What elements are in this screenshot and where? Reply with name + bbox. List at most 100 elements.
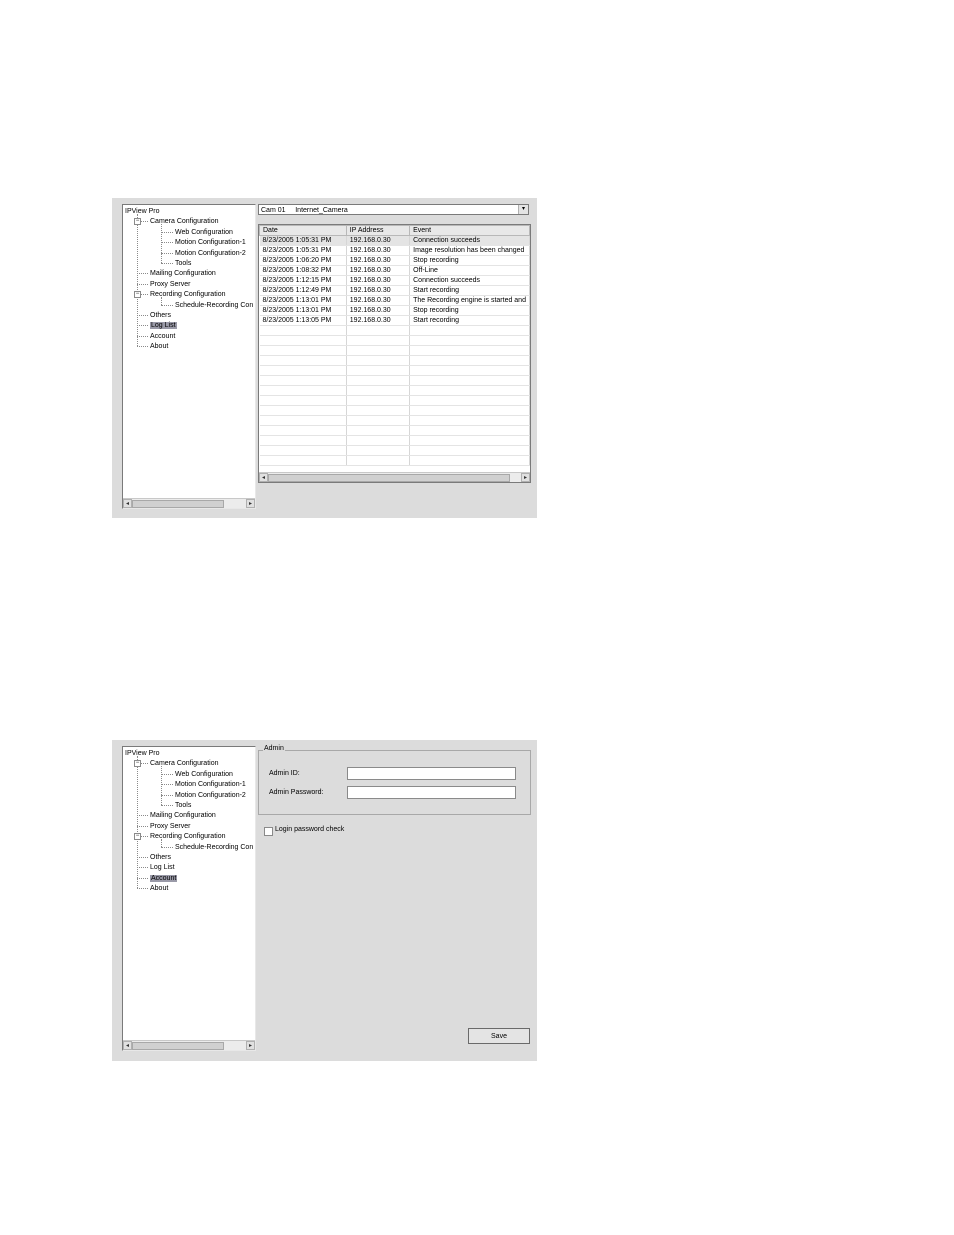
collapse-icon[interactable]: − <box>134 833 141 841</box>
table-row[interactable]: 8/23/2005 1:13:01 PM 192.168.0.30 The Reco… <box>259 295 530 306</box>
table-row[interactable] <box>259 385 530 396</box>
scroll-thumb[interactable] <box>268 474 510 482</box>
table-row[interactable] <box>259 435 530 446</box>
table-row[interactable] <box>259 455 530 466</box>
tree-item-log-list[interactable]: Log List <box>150 321 177 330</box>
tree-item-web-configuration[interactable]: Web Configuration <box>175 228 233 237</box>
cell-ip-address <box>346 335 411 346</box>
tree-item-label: Web Configuration <box>175 770 233 778</box>
scroll-right-icon[interactable]: ▸ <box>246 1041 255 1050</box>
table-row[interactable]: 8/23/2005 1:12:15 PM 192.168.0.30 Connecti… <box>259 275 530 286</box>
tree-item-account[interactable]: Account <box>150 874 178 883</box>
tree-item-label: IPView Pro <box>125 208 160 215</box>
tree-item-label: Account <box>150 874 178 882</box>
table-row[interactable]: 8/23/2005 1:12:49 PM 192.168.0.30 Start re… <box>259 285 530 296</box>
tree-item-about[interactable]: About <box>150 884 168 893</box>
column-header-event[interactable]: Event <box>409 225 530 236</box>
column-header-date[interactable]: Date <box>259 225 347 236</box>
table-row[interactable] <box>259 405 530 416</box>
cell-date <box>259 335 347 346</box>
table-row[interactable] <box>259 335 530 346</box>
cell-ip-address: 192.168.0.30 <box>346 305 411 316</box>
tree-item-others[interactable]: Others <box>150 853 171 862</box>
cell-date <box>259 365 347 376</box>
table-row[interactable] <box>259 375 530 386</box>
tree-item-camera-configuration[interactable]: Camera Configuration <box>150 759 218 768</box>
tree-item-web-configuration[interactable]: Web Configuration <box>175 770 233 779</box>
admin-id-field[interactable] <box>347 767 516 780</box>
admin-password-field[interactable] <box>347 786 516 799</box>
login-password-check-checkbox[interactable] <box>264 827 273 836</box>
tree-connector <box>161 846 173 848</box>
scroll-thumb[interactable] <box>132 500 224 508</box>
tree-item-root[interactable]: IPView Pro <box>125 207 160 216</box>
scroll-left-icon[interactable]: ◂ <box>123 1041 132 1050</box>
collapse-icon[interactable]: − <box>134 218 141 226</box>
table-horizontal-scrollbar[interactable]: ◂ ▸ <box>259 472 530 482</box>
tree-items: IPView Pro − Camera Configuration Web Confi… <box>123 205 255 498</box>
tree-item-motion-configuration-2[interactable]: Motion Configuration-2 <box>175 249 246 258</box>
tree-item-label: Recording Configuration <box>150 833 226 841</box>
scroll-thumb[interactable] <box>132 1042 224 1050</box>
tree-item-tools[interactable]: Tools <box>175 801 191 810</box>
tree-item-schedule-recording[interactable]: Schedule-Recording Con <box>175 301 253 310</box>
scroll-right-icon[interactable]: ▸ <box>521 473 530 482</box>
scroll-left-icon[interactable]: ◂ <box>259 473 268 482</box>
collapse-icon[interactable]: − <box>134 760 141 768</box>
tree-item-tools[interactable]: Tools <box>175 259 191 268</box>
tree-item-account[interactable]: Account <box>150 332 175 341</box>
table-row[interactable] <box>259 365 530 376</box>
cell-date: 8/23/2005 1:05:31 PM <box>259 235 347 246</box>
chevron-down-icon[interactable]: ▾ <box>518 205 528 214</box>
log-table: Date IP Address Event 8/23/2005 1:05:31 … <box>258 224 531 483</box>
tree-connector <box>137 335 148 337</box>
tree-item-camera-configuration[interactable]: Camera Configuration <box>150 217 218 226</box>
tree-item-motion-configuration-2[interactable]: Motion Configuration-2 <box>175 791 246 800</box>
table-row[interactable]: 8/23/2005 1:06:20 PM 192.168.0.30 Stop rec… <box>259 255 530 266</box>
tree-item-proxy-server[interactable]: Proxy Server <box>150 822 190 831</box>
tree-item-label: Motion Configuration-1 <box>175 239 246 247</box>
table-row[interactable]: 8/23/2005 1:08:32 PM 192.168.0.30 Off-Line <box>259 265 530 276</box>
scroll-right-icon[interactable]: ▸ <box>246 499 255 508</box>
tree-item-recording-configuration[interactable]: Recording Configuration <box>150 290 226 299</box>
tree-item-others[interactable]: Others <box>150 311 171 320</box>
save-button[interactable]: Save <box>468 1028 530 1044</box>
tree-item-root[interactable]: IPView Pro <box>125 749 160 758</box>
table-row[interactable]: 8/23/2005 1:05:31 PM 192.168.0.30 Image re… <box>259 245 530 256</box>
table-row[interactable]: 8/23/2005 1:13:05 PM 192.168.0.30 Start re… <box>259 315 530 326</box>
account-window: IPView Pro − Camera Configuration Web Confi… <box>112 740 537 1061</box>
tree-item-label: Log List <box>150 322 177 330</box>
cell-date <box>259 355 347 366</box>
table-row[interactable] <box>259 325 530 336</box>
table-row[interactable] <box>259 425 530 436</box>
table-row[interactable] <box>259 395 530 406</box>
tree-item-mailing-configuration[interactable]: Mailing Configuration <box>150 269 216 278</box>
tree-horizontal-scrollbar[interactable]: ◂ ▸ <box>123 498 255 508</box>
tree-item-motion-configuration-1[interactable]: Motion Configuration-1 <box>175 238 246 247</box>
cell-ip-address: 192.168.0.30 <box>346 245 411 256</box>
table-row[interactable] <box>259 445 530 456</box>
table-row[interactable] <box>259 345 530 356</box>
login-password-check-label[interactable]: Login password check <box>275 826 344 833</box>
table-row[interactable] <box>259 415 530 426</box>
tree-item-log-list[interactable]: Log List <box>150 863 175 872</box>
cell-event <box>409 355 530 366</box>
column-header-ip-address[interactable]: IP Address <box>345 225 411 236</box>
table-row[interactable]: 8/23/2005 1:13:01 PM 192.168.0.30 Stop rec… <box>259 305 530 316</box>
scroll-left-icon[interactable]: ◂ <box>123 499 132 508</box>
cell-date: 8/23/2005 1:13:01 PM <box>259 305 347 316</box>
camera-select[interactable]: Cam 01 Internet_Camera ▾ <box>258 204 529 215</box>
table-row[interactable] <box>259 355 530 366</box>
tree-item-recording-configuration[interactable]: Recording Configuration <box>150 832 226 841</box>
tree-horizontal-scrollbar[interactable]: ◂ ▸ <box>123 1040 255 1050</box>
tree-item-about[interactable]: About <box>150 342 168 351</box>
tree-item-schedule-recording[interactable]: Schedule-Recording Con <box>175 843 253 852</box>
tree-item-proxy-server[interactable]: Proxy Server <box>150 280 190 289</box>
table-row[interactable]: 8/23/2005 1:05:31 PM 192.168.0.30 Connecti… <box>259 235 530 246</box>
tree-item-mailing-configuration[interactable]: Mailing Configuration <box>150 811 216 820</box>
cell-event: Stop recording <box>409 255 530 266</box>
tree-connector <box>161 242 173 244</box>
navigation-tree: IPView Pro − Camera Configuration Web Confi… <box>122 204 256 509</box>
tree-item-motion-configuration-1[interactable]: Motion Configuration-1 <box>175 780 246 789</box>
collapse-icon[interactable]: − <box>134 291 141 299</box>
